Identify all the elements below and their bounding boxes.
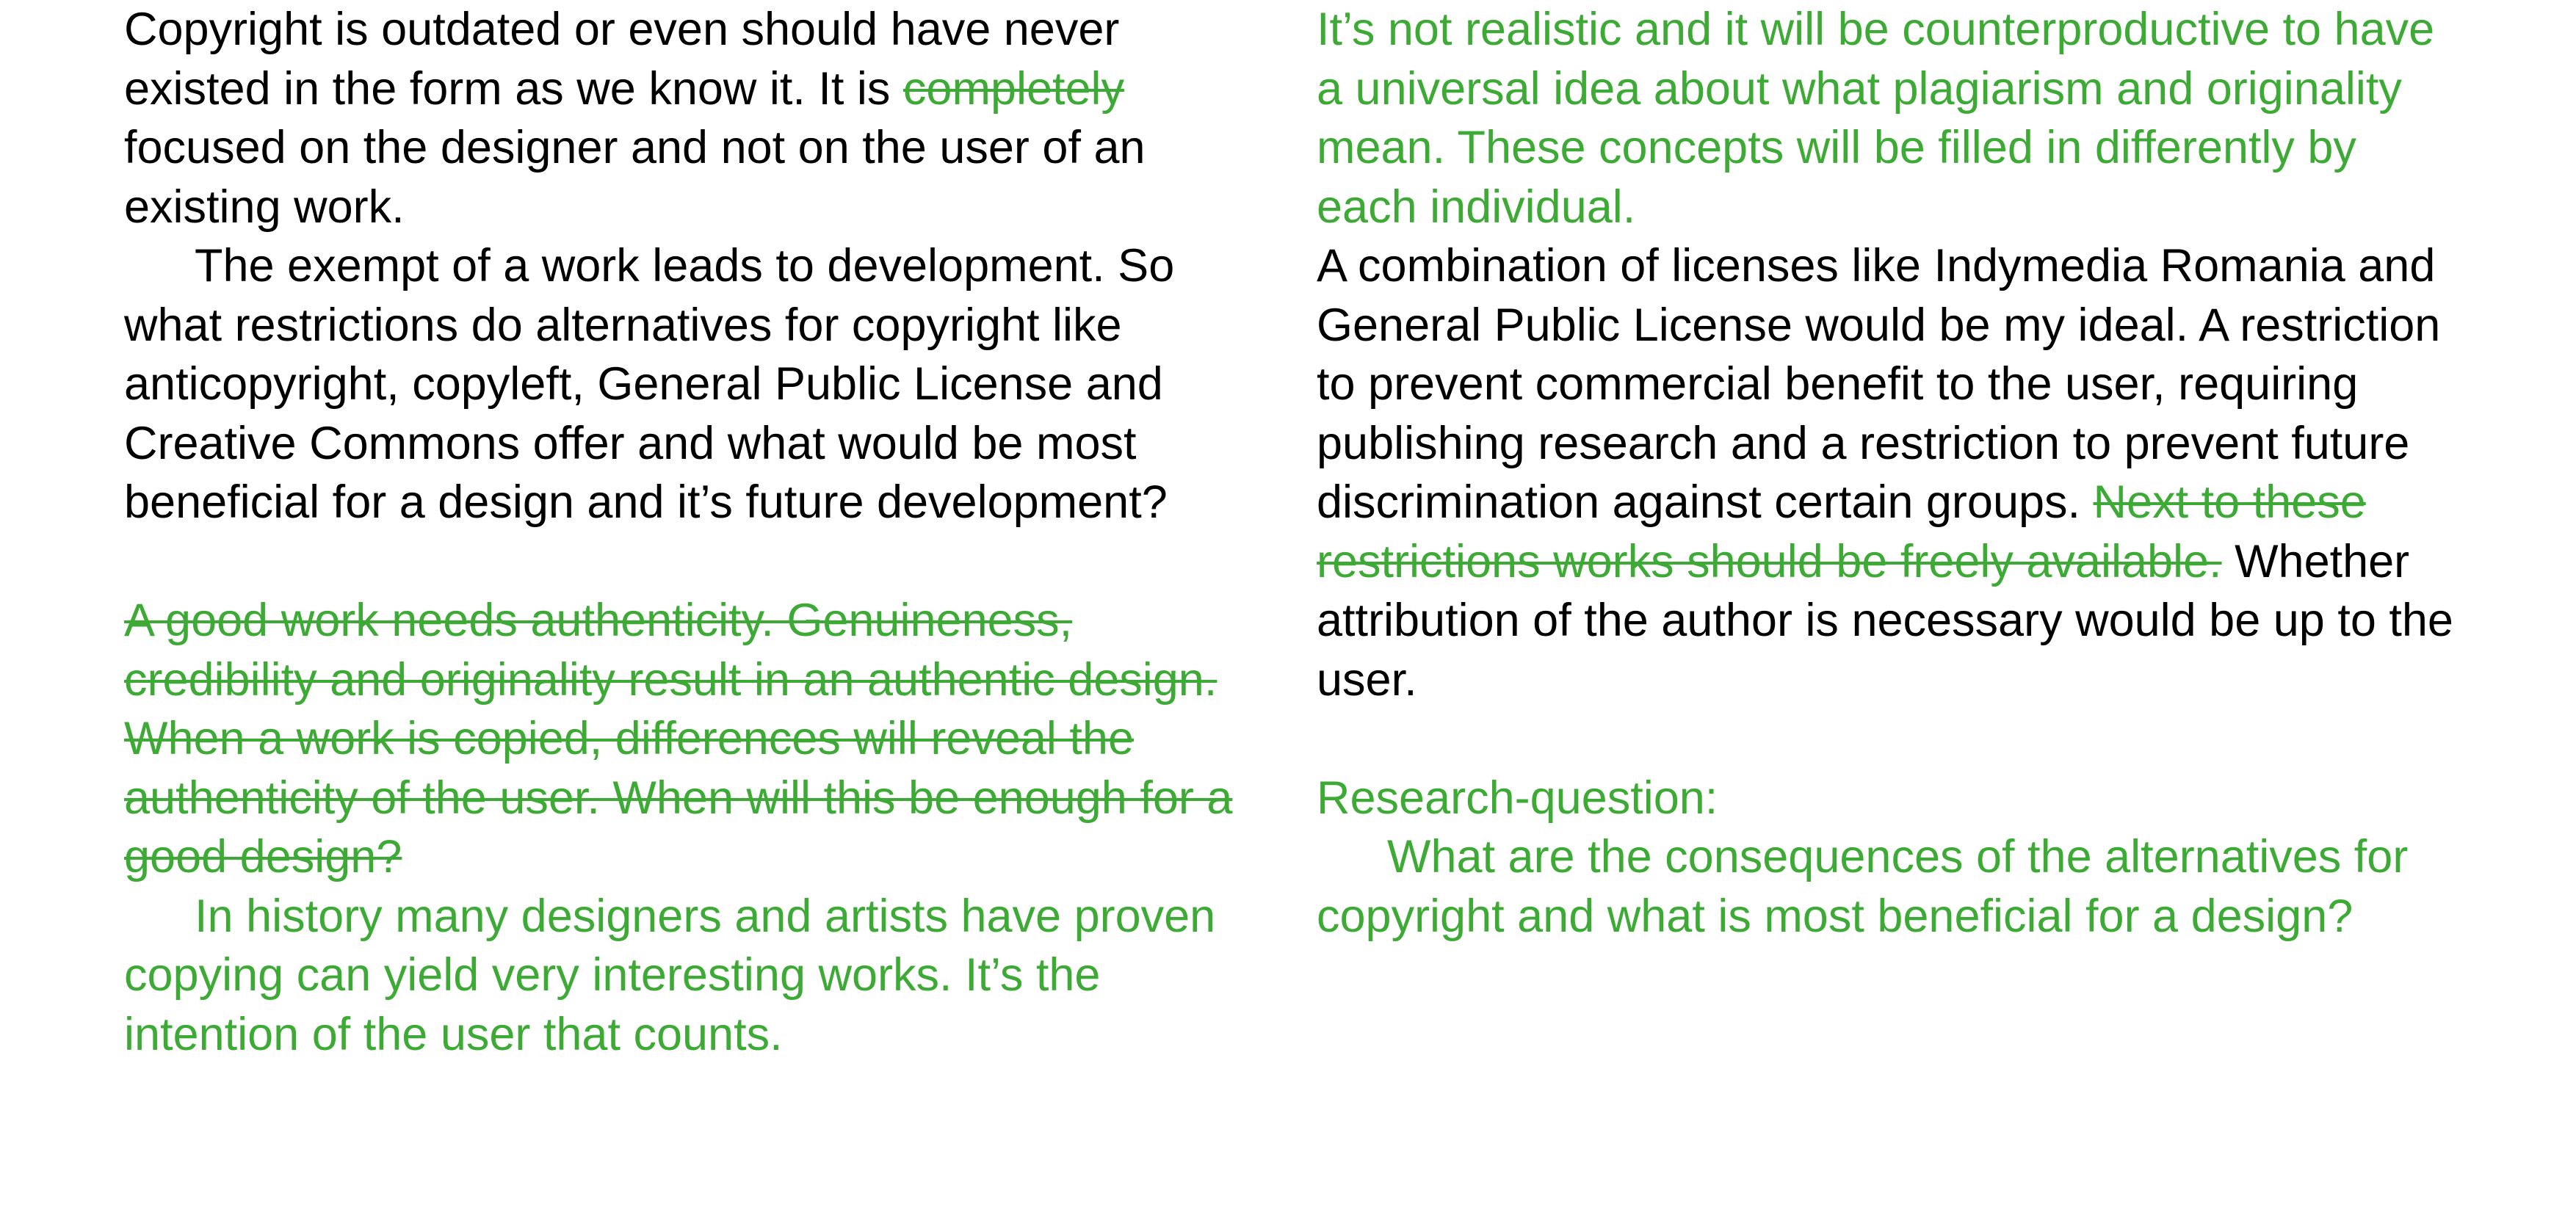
right-column: It’s not realistic and it will be counte…: [1317, 0, 2462, 946]
plagiarism-paragraph: It’s not realistic and it will be counte…: [1317, 4, 2435, 233]
question-paragraph: The exempt of a work leads to developmen…: [124, 240, 1175, 528]
research-question-label: Research-question:: [1317, 772, 1718, 824]
licenses-paragraph: A combination of licenses like Indymedia…: [1317, 236, 2462, 709]
struck-authenticity-paragraph: A good work needs authenticity. Genuinen…: [124, 595, 1233, 882]
history-paragraph: In history many designers and artists ha…: [124, 890, 1216, 1060]
intro-paragraph: Copyright is outdated or even should hav…: [124, 0, 1270, 236]
struck-word: completely: [902, 62, 1125, 115]
intro-text-end: focused on the designer and not on the u…: [124, 122, 1146, 233]
research-question-text: What are the consequences of the alterna…: [1317, 831, 2409, 942]
left-column: Copyright is outdated or even should hav…: [124, 0, 1270, 1064]
document-page: Copyright is outdated or even should hav…: [0, 0, 2576, 1218]
